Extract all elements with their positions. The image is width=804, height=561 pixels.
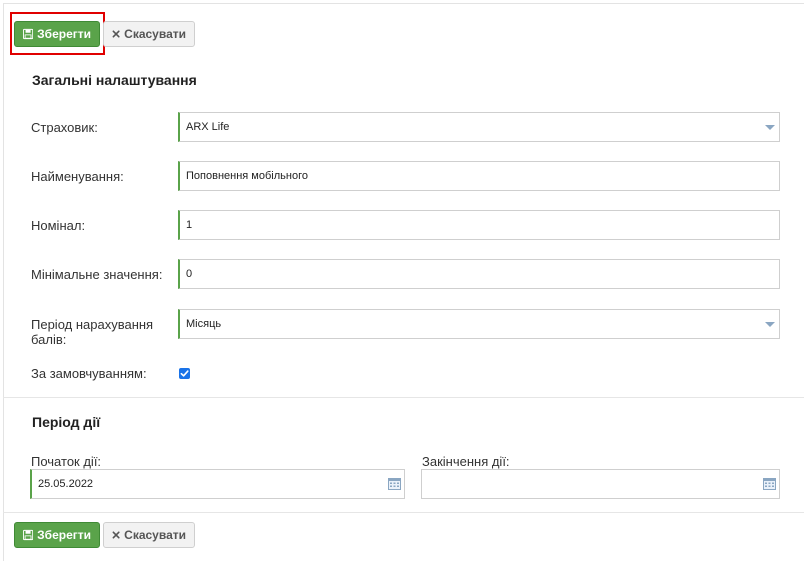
min-value-input-value: 0 (186, 268, 193, 280)
calendar-icon[interactable] (763, 478, 776, 490)
end-date-label: Закінчення дії: (422, 454, 510, 469)
save-button-label: Зберегти (37, 27, 91, 41)
period-label-line2: балів: (31, 332, 67, 347)
start-date-label: Початок дії: (31, 454, 102, 469)
cancel-button-label: Скасувати (124, 528, 186, 542)
cancel-button-bottom[interactable]: Скасувати (103, 522, 195, 548)
start-date-input[interactable]: 25.05.2022 (30, 469, 405, 499)
close-icon (112, 531, 120, 539)
footer-divider (3, 512, 804, 513)
name-label: Найменування: (31, 169, 124, 184)
section-divider (3, 397, 804, 398)
insurer-select-value: ARX Life (186, 121, 230, 133)
insurer-select[interactable]: ARX Life (178, 112, 780, 142)
nominal-label: Номінал: (31, 218, 86, 233)
nominal-input[interactable]: 1 (178, 210, 780, 240)
calendar-icon[interactable] (388, 478, 401, 490)
end-date-input[interactable] (421, 469, 780, 499)
section-title-general: Загальні налаштування (32, 72, 197, 88)
section-title-validity: Період дії (32, 414, 101, 430)
period-label-line1: Період нарахування (31, 317, 154, 332)
checkmark-icon (180, 370, 189, 377)
default-label: За замовчуванням: (31, 366, 147, 381)
name-input-value: Поповнення мобільного (186, 170, 308, 182)
period-label: Період нарахування балів: (31, 317, 153, 347)
floppy-disk-icon (23, 28, 34, 40)
chevron-down-icon (765, 322, 775, 327)
period-select-value: Місяць (186, 318, 222, 330)
insurer-label: Страховик: (31, 120, 98, 135)
min-value-input[interactable]: 0 (178, 259, 780, 289)
default-checkbox[interactable] (179, 368, 190, 379)
start-date-input-value: 25.05.2022 (38, 478, 94, 490)
min-value-label: Мінімальне значення: (31, 267, 163, 282)
name-input[interactable]: Поповнення мобільного (178, 161, 780, 191)
save-button-label: Зберегти (37, 528, 91, 542)
floppy-disk-icon (23, 529, 34, 541)
cancel-button-label: Скасувати (124, 27, 186, 41)
save-button[interactable]: Зберегти (14, 21, 100, 47)
chevron-down-icon (765, 125, 775, 130)
save-button-bottom[interactable]: Зберегти (14, 522, 100, 548)
close-icon (112, 30, 120, 38)
period-select[interactable]: Місяць (178, 309, 780, 339)
nominal-input-value: 1 (186, 219, 193, 231)
cancel-button[interactable]: Скасувати (103, 21, 195, 47)
